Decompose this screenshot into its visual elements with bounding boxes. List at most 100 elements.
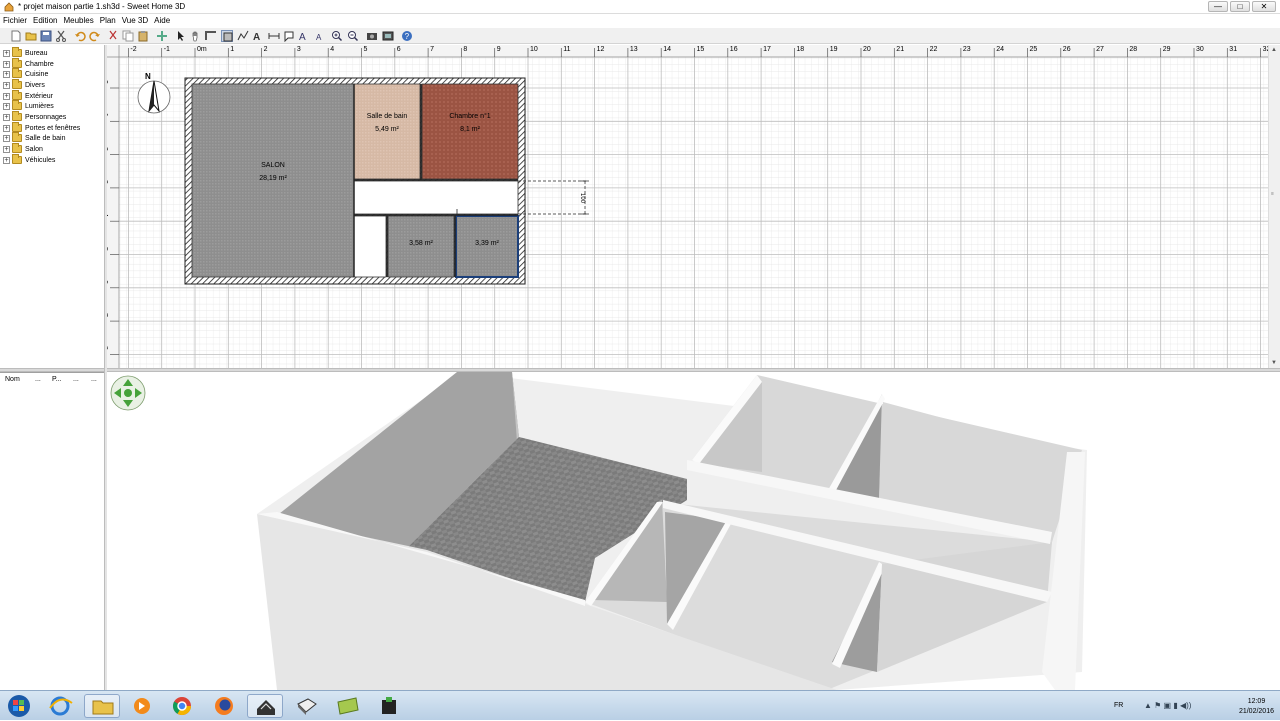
minimize-button[interactable]: — xyxy=(1208,1,1228,12)
expand-icon[interactable]: + xyxy=(3,60,10,68)
create-dimensions-icon[interactable] xyxy=(268,30,280,42)
navigation-arrows-icon[interactable] xyxy=(110,375,146,411)
cut-icon[interactable] xyxy=(55,30,67,42)
add-text-icon[interactable]: A xyxy=(252,30,264,42)
ruler-top-label: 17 xyxy=(763,46,771,53)
create-video-icon[interactable] xyxy=(382,30,394,42)
help-icon[interactable]: ? xyxy=(401,30,413,42)
ruler-left-label: 0m xyxy=(107,80,108,90)
create-photo-icon[interactable] xyxy=(366,30,378,42)
maximize-button[interactable]: □ xyxy=(1230,1,1250,12)
tray-icons[interactable]: ▲ ⚑ ▣ ▮ ◀)) xyxy=(1144,701,1191,710)
app-icon-3[interactable] xyxy=(330,694,366,718)
expand-icon[interactable]: + xyxy=(3,81,10,89)
menu-meubles[interactable]: Meubles xyxy=(63,14,93,28)
catalog-item-chambre[interactable]: + Chambre xyxy=(3,58,54,69)
catalog-item-personnages[interactable]: + Personnages xyxy=(3,111,66,122)
add-furniture-icon[interactable] xyxy=(156,30,168,42)
ruler-top-label: 16 xyxy=(729,46,738,53)
zoom-out-icon[interactable] xyxy=(347,30,359,42)
firefox-icon[interactable] xyxy=(206,694,242,718)
expand-icon[interactable]: + xyxy=(3,92,10,100)
ruler-top-label: 4 xyxy=(330,46,335,53)
column-header-nom[interactable]: Nom xyxy=(5,376,20,383)
catalog-item-vehicules[interactable]: + Véhicules xyxy=(3,154,55,165)
clock[interactable]: 12:09 21/02/2016 xyxy=(1239,697,1274,717)
redo-icon[interactable] xyxy=(89,30,101,42)
expand-icon[interactable]: + xyxy=(3,102,10,110)
app-icon-2[interactable] xyxy=(288,694,324,718)
catalog-item-lumieres[interactable]: + Lumières xyxy=(3,100,54,111)
menu-vue3d[interactable]: Vue 3D xyxy=(122,14,148,28)
taskbar: FR ▲ ⚑ ▣ ▮ ◀)) 12:09 21/02/2016 xyxy=(0,690,1280,720)
expand-icon[interactable]: + xyxy=(3,124,10,132)
room-closet[interactable] xyxy=(353,215,387,278)
plan-vertical-scrollbar[interactable]: ▲ ≡ ▼ xyxy=(1268,45,1280,368)
room-name: SALON xyxy=(261,162,285,169)
file-explorer-icon[interactable] xyxy=(84,694,120,718)
create-polylines-icon[interactable] xyxy=(237,30,249,42)
internet-explorer-icon[interactable] xyxy=(42,694,78,718)
expand-icon[interactable]: + xyxy=(3,145,10,153)
create-rooms-icon[interactable] xyxy=(221,30,233,42)
save-icon[interactable] xyxy=(40,30,52,42)
menu-plan[interactable]: Plan xyxy=(100,14,116,28)
folder-icon xyxy=(12,154,22,164)
close-button[interactable]: ✕ xyxy=(1252,1,1276,12)
expand-icon[interactable]: + xyxy=(3,156,10,164)
svg-text:A: A xyxy=(316,33,322,42)
room-label: Chambre n°1 8,1 m² xyxy=(422,110,518,136)
folder-icon xyxy=(12,58,22,68)
decrease-text-size-icon[interactable]: A xyxy=(314,30,326,42)
pan-hand-icon[interactable] xyxy=(190,30,202,42)
expand-icon[interactable]: + xyxy=(3,113,10,121)
column-header-4[interactable]: ... xyxy=(73,376,79,383)
catalog-item-salle-de-bain[interactable]: + Salle de bain xyxy=(3,132,65,143)
scroll-up-icon[interactable]: ▲ xyxy=(1271,47,1277,53)
open-file-icon[interactable] xyxy=(25,30,37,42)
media-player-icon[interactable] xyxy=(124,694,160,718)
room-area: 5,49 m² xyxy=(375,126,399,133)
chrome-icon[interactable] xyxy=(164,694,200,718)
new-file-icon[interactable] xyxy=(10,30,22,42)
zoom-in-icon[interactable] xyxy=(331,30,343,42)
expand-icon[interactable]: + xyxy=(3,49,10,57)
column-header-5[interactable]: ... xyxy=(91,376,97,383)
column-header-p[interactable]: P... xyxy=(52,376,62,383)
expand-icon[interactable]: + xyxy=(3,134,10,142)
create-walls-icon[interactable] xyxy=(205,30,217,42)
ruler-top-label: -2 xyxy=(130,46,137,53)
catalog-item-bureau[interactable]: + Bureau xyxy=(3,47,48,58)
ruler-top-label: 8 xyxy=(463,46,468,53)
start-button[interactable] xyxy=(2,694,36,718)
app-icon-4[interactable] xyxy=(371,694,407,718)
clock-date: 21/02/2016 xyxy=(1238,708,1274,715)
ruler-top-label: 2 xyxy=(263,46,268,53)
catalog-item-salon[interactable]: + Salon xyxy=(3,143,43,154)
catalog-item-divers[interactable]: + Divers xyxy=(3,79,45,90)
catalog-item-exterieur[interactable]: + Extérieur xyxy=(3,90,53,101)
3d-view[interactable] xyxy=(107,372,1280,690)
select-arrow-icon[interactable] xyxy=(175,30,187,42)
catalog-item-cuisine[interactable]: + Cuisine xyxy=(3,68,48,79)
copy-icon[interactable] xyxy=(122,30,134,42)
language-indicator[interactable]: FR xyxy=(1114,702,1123,709)
scroll-down-icon[interactable]: ▼ xyxy=(1271,360,1277,366)
expand-icon[interactable]: + xyxy=(3,70,10,78)
scroll-thumb[interactable]: ≡ xyxy=(1271,191,1278,199)
sweet-home-3d-icon[interactable] xyxy=(247,694,283,718)
column-header-2[interactable]: ... xyxy=(35,376,41,383)
cut-selection-icon[interactable] xyxy=(107,30,119,42)
undo-icon[interactable] xyxy=(74,30,86,42)
menu-fichier[interactable]: Fichier xyxy=(3,14,27,28)
ruler-top-label: 3 xyxy=(296,46,301,53)
create-labels-icon[interactable] xyxy=(283,30,295,42)
compass-icon[interactable] xyxy=(137,80,171,114)
plan-view[interactable]: N SALON 28,19 m² Salle de bain 5,49 m² C… xyxy=(107,45,1268,368)
menu-aide[interactable]: Aide xyxy=(154,14,170,28)
room-corridor[interactable] xyxy=(353,180,519,215)
ruler-top-label: 18 xyxy=(796,46,805,53)
paste-icon[interactable] xyxy=(137,30,149,42)
menu-edition[interactable]: Edition xyxy=(33,14,57,28)
increase-text-size-icon[interactable]: A xyxy=(298,30,310,42)
